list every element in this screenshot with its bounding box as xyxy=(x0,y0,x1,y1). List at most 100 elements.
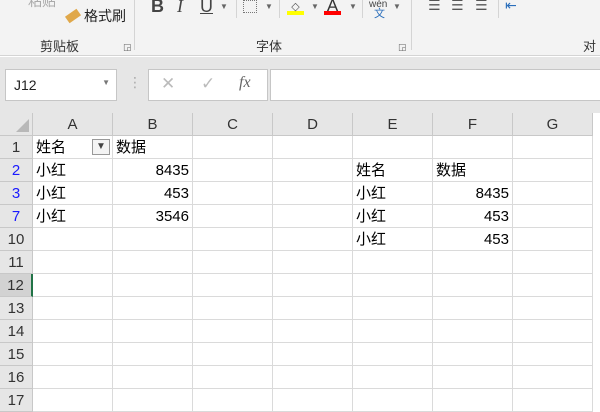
cell-A7[interactable]: 小红 xyxy=(33,205,113,228)
phonetic-guide-button[interactable]: 文 xyxy=(374,9,385,20)
cell-D17[interactable] xyxy=(273,389,353,412)
cell-C7[interactable] xyxy=(193,205,273,228)
cell-C1[interactable] xyxy=(193,136,273,159)
cell-B10[interactable] xyxy=(113,228,193,251)
cell-F3[interactable]: 8435 xyxy=(433,182,513,205)
cell-E14[interactable] xyxy=(353,320,433,343)
cell-D7[interactable] xyxy=(273,205,353,228)
cell-G14[interactable] xyxy=(513,320,593,343)
cell-A11[interactable] xyxy=(33,251,113,274)
row-header-14[interactable]: 14 xyxy=(0,320,33,343)
font-launcher-icon[interactable]: ◲ xyxy=(398,42,407,53)
cell-B17[interactable] xyxy=(113,389,193,412)
cell-B2[interactable]: 8435 xyxy=(113,159,193,182)
cell-D12[interactable] xyxy=(273,274,353,297)
row-header-3[interactable]: 3 xyxy=(0,182,33,205)
cell-G17[interactable] xyxy=(513,389,593,412)
cell-G11[interactable] xyxy=(513,251,593,274)
cell-B3[interactable]: 453 xyxy=(113,182,193,205)
cell-A12[interactable] xyxy=(33,274,113,297)
cell-C13[interactable] xyxy=(193,297,273,320)
cell-B15[interactable] xyxy=(113,343,193,366)
align-left-icon[interactable]: ☰ xyxy=(428,0,441,14)
cell-F13[interactable] xyxy=(433,297,513,320)
row-header-7[interactable]: 7 xyxy=(0,205,33,228)
cell-D11[interactable] xyxy=(273,251,353,274)
cell-A1[interactable]: 姓名 ▼ xyxy=(33,136,113,159)
row-header-1[interactable]: 1 xyxy=(0,136,33,159)
chevron-down-icon[interactable]: ▼ xyxy=(220,2,228,11)
cell-F17[interactable] xyxy=(433,389,513,412)
cell-E15[interactable] xyxy=(353,343,433,366)
cell-C10[interactable] xyxy=(193,228,273,251)
cell-D16[interactable] xyxy=(273,366,353,389)
cell-A10[interactable] xyxy=(33,228,113,251)
grip-icon[interactable]: ⋮ xyxy=(128,74,142,91)
font-color-button[interactable]: A xyxy=(324,0,341,15)
cell-F11[interactable] xyxy=(433,251,513,274)
cell-F16[interactable] xyxy=(433,366,513,389)
enter-button[interactable]: ✓ xyxy=(201,74,215,94)
cell-E10[interactable]: 小红 xyxy=(353,228,433,251)
underline-button[interactable]: U xyxy=(200,0,213,17)
align-right-icon[interactable]: ☰ xyxy=(475,0,488,14)
row-header-2[interactable]: 2 xyxy=(0,159,33,182)
cell-E16[interactable] xyxy=(353,366,433,389)
cell-B13[interactable] xyxy=(113,297,193,320)
cell-A2[interactable]: 小红 xyxy=(33,159,113,182)
cell-A16[interactable] xyxy=(33,366,113,389)
select-all-button[interactable] xyxy=(0,113,33,136)
format-painter-button[interactable]: 格式刷 xyxy=(64,6,126,26)
cell-F12[interactable] xyxy=(433,274,513,297)
cancel-button[interactable]: ✕ xyxy=(161,74,175,94)
row-header-12[interactable]: 12 xyxy=(0,274,33,297)
cell-B16[interactable] xyxy=(113,366,193,389)
cell-D15[interactable] xyxy=(273,343,353,366)
decrease-indent-icon[interactable]: ⇤ xyxy=(505,0,517,14)
cell-E3[interactable]: 小红 xyxy=(353,182,433,205)
cell-C16[interactable] xyxy=(193,366,273,389)
border-icon[interactable] xyxy=(243,0,257,13)
cell-A17[interactable] xyxy=(33,389,113,412)
cell-F2[interactable]: 数据 xyxy=(433,159,513,182)
cell-D2[interactable] xyxy=(273,159,353,182)
cell-C14[interactable] xyxy=(193,320,273,343)
cell-B7[interactable]: 3546 xyxy=(113,205,193,228)
bold-button[interactable]: B xyxy=(151,0,164,17)
cell-F10[interactable]: 453 xyxy=(433,228,513,251)
cell-B12[interactable] xyxy=(113,274,193,297)
column-header-B[interactable]: B xyxy=(113,113,193,136)
cell-A3[interactable]: 小红 xyxy=(33,182,113,205)
fill-color-icon[interactable]: ◇ xyxy=(287,0,304,15)
row-header-11[interactable]: 11 xyxy=(0,251,33,274)
formula-input[interactable] xyxy=(270,69,600,101)
cell-D3[interactable] xyxy=(273,182,353,205)
italic-button[interactable]: I xyxy=(177,0,183,17)
chevron-down-icon[interactable]: ▼ xyxy=(102,78,110,87)
cell-F7[interactable]: 453 xyxy=(433,205,513,228)
row-header-13[interactable]: 13 xyxy=(0,297,33,320)
cell-F14[interactable] xyxy=(433,320,513,343)
cell-D1[interactable] xyxy=(273,136,353,159)
column-header-A[interactable]: A xyxy=(33,113,113,136)
insert-function-button[interactable]: fx xyxy=(239,74,251,92)
column-header-D[interactable]: D xyxy=(273,113,353,136)
column-header-C[interactable]: C xyxy=(193,113,273,136)
name-box[interactable]: J12 ▼ xyxy=(5,69,117,101)
align-center-icon[interactable]: ☰ xyxy=(451,0,464,14)
cell-C11[interactable] xyxy=(193,251,273,274)
cell-E17[interactable] xyxy=(353,389,433,412)
cell-B11[interactable] xyxy=(113,251,193,274)
cell-C17[interactable] xyxy=(193,389,273,412)
filter-dropdown-icon[interactable]: ▼ xyxy=(92,139,110,155)
cell-A15[interactable] xyxy=(33,343,113,366)
cell-E13[interactable] xyxy=(353,297,433,320)
cell-A13[interactable] xyxy=(33,297,113,320)
clipboard-launcher-icon[interactable]: ◲ xyxy=(123,42,132,53)
cell-B1[interactable]: 数据 xyxy=(113,136,193,159)
cell-D13[interactable] xyxy=(273,297,353,320)
cell-C12[interactable] xyxy=(193,274,273,297)
row-header-10[interactable]: 10 xyxy=(0,228,33,251)
cell-G12[interactable] xyxy=(513,274,593,297)
cell-A14[interactable] xyxy=(33,320,113,343)
